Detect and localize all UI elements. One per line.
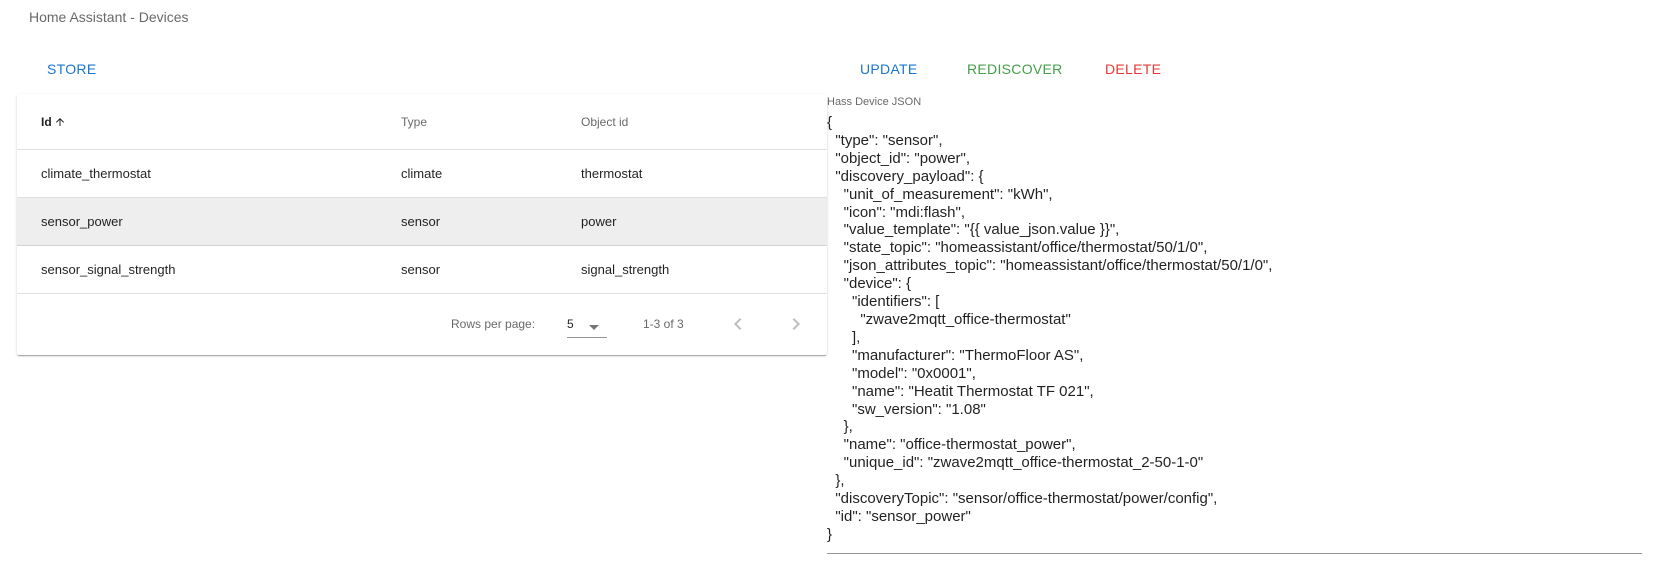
header-type[interactable]: Type: [401, 114, 427, 130]
rediscover-button[interactable]: REDISCOVER: [967, 58, 1063, 80]
header-id-label: Id: [41, 115, 52, 129]
table-row[interactable]: climate_thermostat climate thermostat: [17, 150, 827, 198]
cell-object-id: thermostat: [581, 166, 643, 181]
cell-object-id: signal_strength: [581, 262, 670, 277]
cell-object-id: power: [581, 214, 617, 229]
previous-page-button[interactable]: [726, 312, 750, 336]
page-range: 1-3 of 3: [643, 317, 684, 331]
header-object-id[interactable]: Object id: [581, 114, 628, 130]
table-footer: Rows per page: 5 1-3 of 3: [17, 296, 827, 354]
table-row[interactable]: sensor_power sensor power: [17, 198, 827, 246]
header-id[interactable]: Id: [41, 114, 66, 132]
arrow-up-icon[interactable]: [54, 116, 66, 132]
hass-device-json-editor[interactable]: Hass Device JSON { "type": "sensor", "ob…: [827, 93, 1642, 554]
page-title: Home Assistant - Devices: [29, 9, 189, 25]
chevron-right-icon: [792, 318, 800, 330]
cell-type: sensor: [401, 262, 441, 277]
json-editor-textarea[interactable]: { "type": "sensor", "object_id": "power"…: [827, 114, 1642, 544]
json-editor-label: Hass Device JSON: [827, 96, 922, 108]
cell-type: climate: [401, 166, 443, 181]
rows-per-page-label: Rows per page:: [451, 317, 536, 331]
cell-id: sensor_power: [41, 214, 123, 229]
table-row[interactable]: sensor_signal_strength sensor signal_str…: [17, 246, 827, 294]
table-header: Id Type Object id: [17, 94, 827, 150]
caret-down-icon: [587, 320, 601, 338]
update-button[interactable]: UPDATE: [860, 58, 918, 80]
cell-id: climate_thermostat: [41, 166, 151, 181]
rows-per-page-value: 5: [567, 317, 574, 331]
rows-per-page-select[interactable]: 5: [567, 310, 607, 338]
delete-button[interactable]: DELETE: [1105, 58, 1161, 80]
store-button[interactable]: STORE: [47, 58, 96, 80]
chevron-left-icon: [734, 318, 742, 330]
cell-type: sensor: [401, 214, 441, 229]
cell-id: sensor_signal_strength: [41, 262, 176, 277]
next-page-button[interactable]: [784, 312, 808, 336]
devices-table: Id Type Object id climate_thermostat cli…: [17, 94, 827, 355]
